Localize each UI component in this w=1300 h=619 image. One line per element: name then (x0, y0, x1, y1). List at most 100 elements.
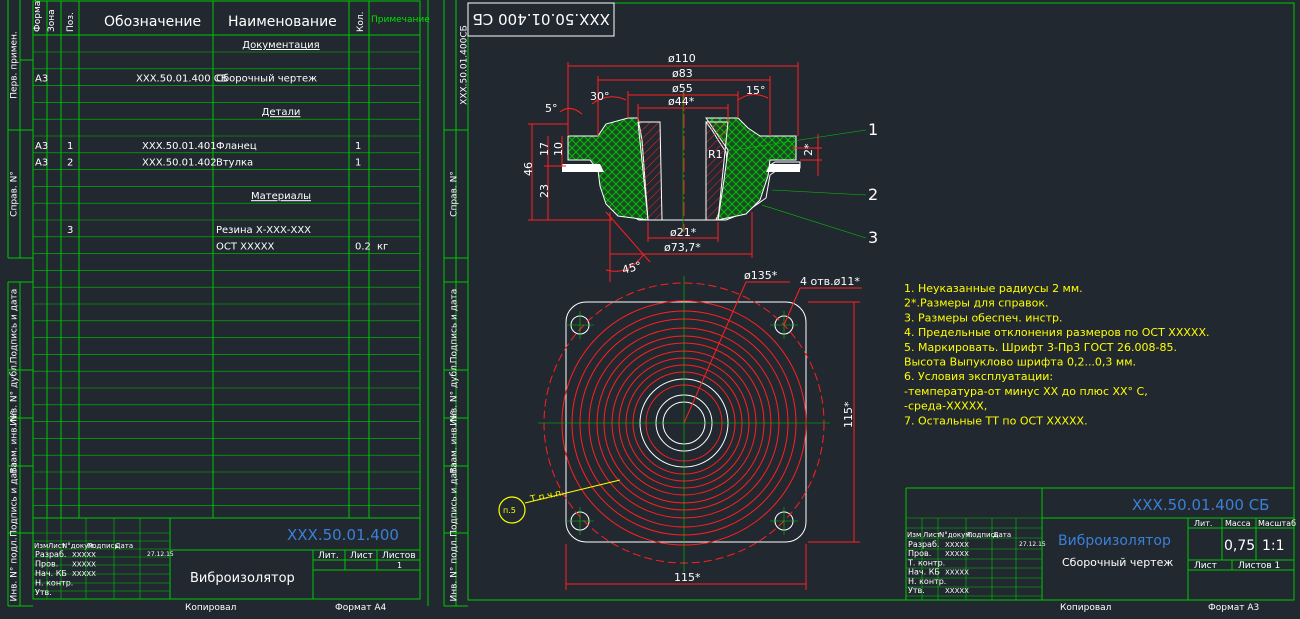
spec-row-name: Сборочный чертеж (216, 74, 317, 85)
mark-ref: п.5 (503, 506, 516, 515)
spec-footer-copy: Копировал (185, 603, 236, 613)
stamp-role: Т. контр. (907, 558, 945, 567)
spec-row-code: XXX.50.01.400 СБ (136, 74, 228, 85)
spec-footer-format: Формат А4 (335, 603, 387, 613)
spec-row-pos: 3 (67, 225, 73, 236)
margin-right-label: Инв. N° подл. (450, 538, 460, 602)
dim-d21: ø21* (670, 226, 697, 239)
dim-d110: ø110 (668, 52, 696, 65)
spec-col-3: Подпись (87, 542, 119, 550)
dim-angle-30: 30° (590, 90, 610, 103)
margin-left-label: Справ. N° (10, 171, 20, 217)
spec-role-name: XXXXX (72, 561, 96, 569)
spec-role: Утв. (35, 588, 52, 597)
technical-note-line: 3. Размеры обеспеч. инстр. (904, 311, 1063, 324)
spec-role: Пров. (35, 560, 58, 569)
stamp-role: Н. контр. (908, 577, 946, 586)
technical-note-line: -среда-XXXXX, (904, 400, 987, 413)
header-code: Обозначение (104, 14, 201, 30)
dim-angle-5: 5° (545, 102, 558, 115)
stamp-scale-value: 1:1 (1262, 538, 1285, 554)
spec-role: Н. контр. (35, 579, 73, 588)
header-format: Формат (33, 0, 43, 32)
spec-sheet-label: Лист (350, 551, 373, 561)
margin-left-label: Инв. N° подл. (10, 538, 20, 602)
stamp-role: Утв. (908, 586, 925, 595)
callout-3: 3 (868, 228, 878, 247)
spec-row-code: XXX.50.01.401 (142, 141, 217, 152)
header-note: Примечание (371, 15, 430, 25)
dim-angle-15: 15° (746, 84, 766, 97)
stamp-col-4: Дата (993, 531, 1011, 539)
spec-role-name: XXXXX (72, 551, 96, 559)
spec-row-pos: 1 (67, 141, 73, 152)
stamp-role-name: XXXXX (945, 587, 969, 595)
margin-right-label: Подпись и дата (450, 462, 460, 537)
header-name: Наименование (228, 14, 337, 30)
spec-row-format: А3 (35, 141, 48, 152)
dim-angle-45: 45° (621, 259, 643, 277)
spec-role: Разраб. (35, 550, 66, 559)
spec-row-qty: 1 (355, 141, 361, 152)
stamp-role-name: XXXXX (945, 550, 969, 558)
spec-col-4: Дата (115, 542, 133, 550)
spec-col-0: Изм (34, 542, 48, 550)
margin-right-label: XXX.50.01.400СБ (460, 25, 470, 105)
header-pos: Поз. (66, 12, 76, 32)
spec-lit: Лит. (318, 551, 339, 561)
dim-46: 46 (522, 162, 535, 176)
stamp-col-0: Изм (907, 531, 921, 539)
technical-note-line: Высота Выпуклово шрифта 0,2...0,3 мм. (904, 356, 1136, 369)
dim-115-bottom: 115* (674, 571, 701, 584)
stamp-sheet: Лист (1194, 561, 1217, 571)
spec-role: Нач. КБ (35, 569, 67, 578)
dim-115-side: 115* (842, 401, 855, 428)
header-qty: Кол. (356, 11, 366, 32)
spec-date: 27.12.15 (147, 551, 174, 558)
margin-left-label: Подпись и дата (10, 462, 20, 537)
technical-note-line: 1. Неуказанные радиусы 2 мм. (904, 282, 1083, 295)
stamp-role: Пров. (908, 549, 931, 558)
dim-r1: R1 (708, 148, 723, 161)
spec-row-note: кг (377, 242, 388, 253)
margin-left-label: Перв. примен. (10, 31, 20, 99)
dim-10: 10 (552, 142, 565, 156)
header-zone: Зона (47, 9, 57, 32)
stamp-mass-value: 0,75 (1224, 538, 1255, 554)
stamp-date: 27.12.15 (1019, 541, 1046, 548)
spec-row-name: Втулка (216, 158, 253, 169)
stamp-role: Нач. КБ (908, 568, 940, 577)
stamp-role-name: XXXXX (945, 541, 969, 549)
callout-2: 2 (868, 185, 878, 204)
drawing-code-box: XXX.50.01.400 СБ (473, 10, 610, 28)
stamp-scale: Масштаб (1258, 519, 1296, 528)
spec-title-name: Виброизолятор (190, 571, 295, 586)
spec-row-name: Резина Х-ХХХ-ХХХ (216, 225, 311, 236)
stamp-code: XXX.50.01.400 СБ (1132, 496, 1269, 514)
spec-section-heading: Материалы (251, 191, 311, 202)
dim-d135: ø135* (744, 269, 778, 282)
spec-sheets-value: 1 (397, 561, 402, 570)
spec-row-name: ОСТ XXXXX (216, 242, 275, 253)
stamp-footer-copy: Копировал (1060, 603, 1111, 613)
technical-note-line: -температура-от минус XX до плюс XX° C, (904, 385, 1148, 398)
dim-17: 17 (538, 142, 551, 156)
margin-left-label: Подпись и дата (10, 289, 20, 364)
spec-title-code: XXX.50.01.400 (287, 526, 399, 544)
technical-note-line: 4. Предельные отклонения размеров по ОСТ… (904, 326, 1209, 339)
dim-d737: ø73,7* (664, 241, 701, 254)
dim-holes: 4 отв.ø11* (800, 275, 860, 288)
stamp-mass: Масса (1225, 519, 1251, 528)
technical-note-line: 5. Маркировать. Шрифт 3-Пр3 ГОСТ 26.008-… (904, 341, 1177, 354)
mark-label: Т.п.ч.п. (529, 488, 565, 505)
technical-note-line: 6. Условия эксплуатации: (904, 370, 1053, 383)
dim-d83: ø83 (672, 67, 693, 80)
text-layer: Формат Зона Поз. Обозначение Наименовани… (10, 0, 1297, 613)
technical-notes: 1. Неуказанные радиусы 2 мм. 2*.Размеры д… (904, 282, 1209, 427)
stamp-role-name: XXXXX (945, 569, 969, 577)
spec-row-qty: 1 (355, 158, 361, 169)
spec-sheets-label: Листов (382, 551, 416, 561)
dim-23: 23 (538, 184, 551, 198)
dim-d44: ø44* (668, 95, 695, 108)
stamp-lit: Лит. (1194, 519, 1212, 528)
